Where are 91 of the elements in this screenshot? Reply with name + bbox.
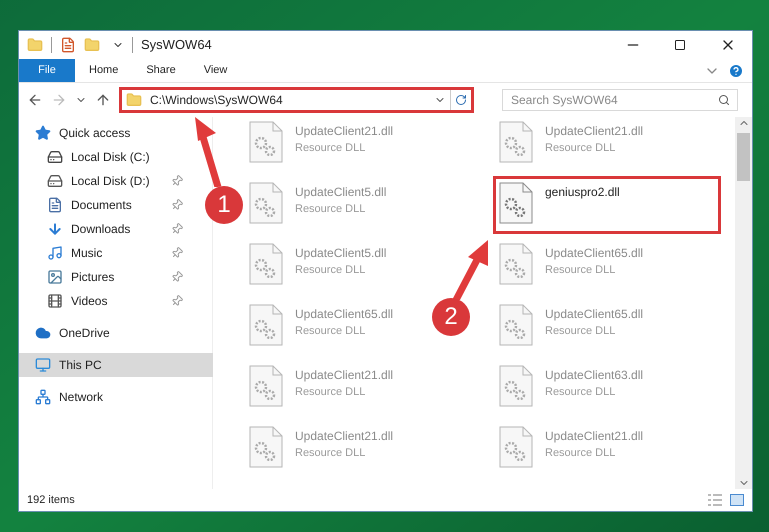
address-bar[interactable]: C:\Windows\SysWOW64 (119, 87, 474, 113)
nav-item[interactable]: Videos (19, 289, 191, 313)
picture-icon (47, 269, 63, 285)
monitor-icon (35, 357, 51, 373)
search-field[interactable]: Search SysWOW64 (502, 89, 738, 111)
nav-item[interactable]: Documents (19, 193, 191, 217)
nav-label: Music (71, 245, 104, 262)
nav-label: Quick access (59, 125, 132, 142)
network-icon (35, 389, 51, 405)
file-type: Resource DLL (295, 141, 366, 156)
file-icon (499, 243, 533, 285)
nav-item[interactable]: Downloads (19, 217, 191, 241)
file-name: UpdateClient65.dll (545, 245, 644, 262)
nav-label: OneDrive (59, 325, 111, 342)
file-name: UpdateClient21.dll (295, 367, 394, 384)
film-icon (47, 293, 63, 309)
window-title: SysWOW64 (141, 36, 212, 54)
star-icon (35, 125, 51, 141)
file-name: UpdateClient63.dll (545, 367, 644, 384)
ribbon-tab[interactable]: View (190, 59, 242, 82)
nav-label: Downloads (71, 221, 132, 238)
tiles-view-icon[interactable] (730, 494, 744, 506)
file-icon (499, 182, 533, 224)
maximize-button[interactable] (674, 39, 686, 51)
nav-label: This PC (59, 357, 103, 374)
file-name: UpdateClient65.dll (545, 306, 644, 323)
refresh-icon[interactable] (455, 94, 467, 106)
search-icon (718, 94, 730, 106)
file-type: Resource DLL (545, 263, 616, 278)
file-icon (499, 365, 533, 407)
file-type: Resource DLL (295, 202, 366, 217)
nav-label: Pictures (71, 269, 116, 286)
document-icon (47, 197, 63, 213)
up-button[interactable] (95, 92, 111, 108)
file-item[interactable]: geniuspro2.dll (499, 182, 715, 228)
file-icon (249, 182, 283, 224)
nav-item[interactable]: Music (19, 241, 191, 265)
file-name: UpdateClient5.dll (295, 184, 386, 201)
file-type: Resource DLL (545, 141, 616, 156)
file-type: Resource DLL (295, 263, 366, 278)
details-view-icon[interactable] (708, 494, 722, 506)
file-icon (249, 243, 283, 285)
nav-label: Documents (71, 197, 133, 214)
file-icon (249, 426, 283, 468)
file-icon (249, 304, 283, 346)
scrollbar[interactable] (735, 117, 752, 489)
help-icon[interactable] (728, 62, 744, 78)
properties-icon[interactable] (60, 37, 76, 53)
file-type: Resource DLL (295, 324, 366, 339)
file-name: UpdateClient21.dll (545, 123, 644, 140)
item-count: 192 items (27, 492, 75, 508)
nav-item[interactable]: Pictures (19, 265, 191, 289)
file-type: Resource DLL (545, 324, 616, 339)
file-icon (499, 426, 533, 468)
ribbon-tab[interactable]: File (19, 59, 75, 82)
nav-label: Local Disk (D:) (71, 173, 151, 190)
file-icon (499, 121, 533, 163)
back-button[interactable] (27, 92, 43, 108)
music-icon (47, 245, 63, 261)
ribbon-tab[interactable]: Home (75, 59, 132, 82)
nav-item[interactable]: Local Disk (C:) (19, 145, 191, 169)
drive-icon (47, 173, 63, 189)
folder-icon (126, 92, 142, 108)
nav-label: Network (59, 389, 104, 406)
drive-icon (47, 149, 63, 165)
nav-item[interactable]: Quick access (19, 121, 213, 145)
nav-label: Local Disk (C:) (71, 149, 151, 166)
nav-item[interactable]: OneDrive (19, 321, 213, 345)
file-name: UpdateClient65.dll (295, 306, 394, 323)
ribbon-tab[interactable]: Share (132, 59, 190, 82)
file-type: Resource DLL (545, 385, 616, 400)
file-type: Resource DLL (295, 446, 366, 461)
nav-item[interactable]: Local Disk (D:) (19, 169, 191, 193)
download-icon (47, 221, 63, 237)
nav-item[interactable]: Network (19, 385, 213, 409)
arrow-annotation-drawing (194, 117, 224, 187)
file-name: geniuspro2.dll (545, 184, 620, 201)
file-name: UpdateClient21.dll (545, 428, 644, 445)
address-path: C:\Windows\SysWOW64 (150, 92, 284, 109)
file-name: UpdateClient5.dll (295, 245, 386, 262)
nav-item[interactable]: This PC (19, 353, 213, 377)
file-type: Resource DLL (545, 446, 616, 461)
file-name: UpdateClient21.dll (295, 428, 394, 445)
nav-label: Videos (71, 293, 108, 310)
file-icon (249, 121, 283, 163)
file-icon (249, 365, 283, 407)
scroll-thumb[interactable] (737, 133, 750, 181)
cloud-icon (35, 325, 51, 341)
file-name: UpdateClient21.dll (295, 123, 394, 140)
file-icon (499, 304, 533, 346)
file-type: Resource DLL (295, 385, 366, 400)
